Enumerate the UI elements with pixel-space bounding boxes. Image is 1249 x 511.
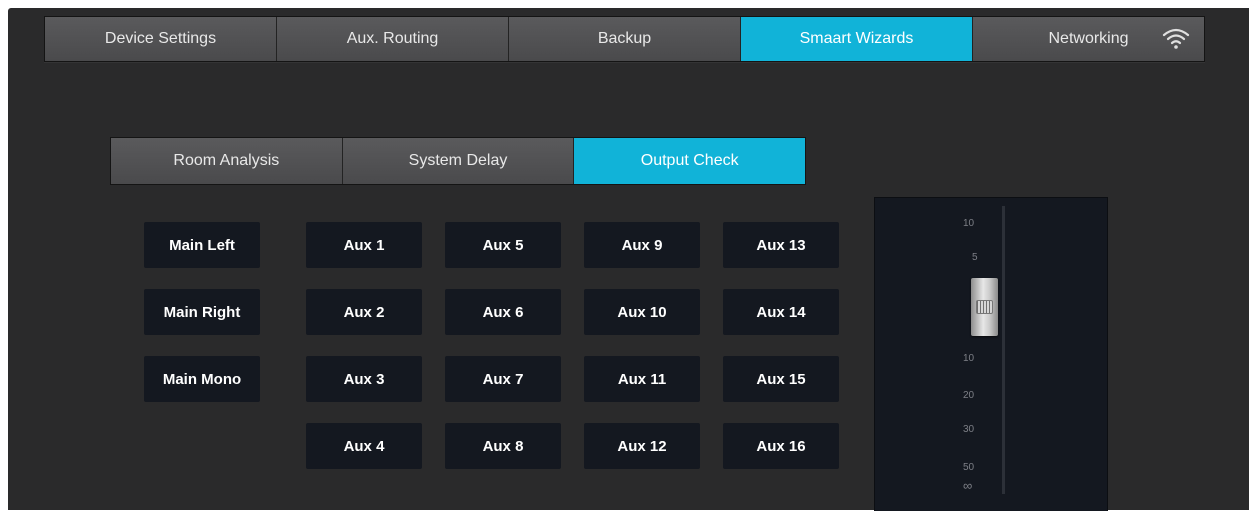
level-fader: 10 5 10 20 30 50 ∞ [874, 197, 1108, 511]
scale-label: 30 [963, 424, 975, 435]
scale-label: 10 [963, 218, 975, 229]
tab-label: System Delay [408, 152, 508, 169]
tab-label: Aux. Routing [346, 30, 439, 47]
tab-label: Backup [597, 30, 652, 47]
aux-7-button[interactable]: Aux 7 [445, 356, 561, 402]
tab-device-settings[interactable]: Device Settings [45, 17, 277, 61]
button-label: Aux 4 [343, 437, 385, 455]
tab-room-analysis[interactable]: Room Analysis [111, 138, 343, 184]
tab-label: Smaart Wizards [799, 30, 914, 47]
aux-2-button[interactable]: Aux 2 [306, 289, 422, 335]
tab-system-delay[interactable]: System Delay [342, 138, 575, 184]
fader-track[interactable] [1002, 206, 1005, 494]
scale-label: 5 [972, 252, 978, 263]
button-label: Aux 5 [482, 236, 524, 254]
button-label: Aux 1 [343, 236, 385, 254]
aux-1-button[interactable]: Aux 1 [306, 222, 422, 268]
wifi-icon [1162, 28, 1190, 49]
button-label: Aux 8 [482, 437, 524, 455]
tab-label: Output Check [640, 152, 739, 169]
button-label: Aux 7 [482, 370, 524, 388]
button-label: Aux 11 [617, 370, 667, 388]
tab-smaart-wizards[interactable]: Smaart Wizards [741, 17, 973, 61]
fader-grip-icon [976, 300, 993, 314]
aux-11-button[interactable]: Aux 11 [584, 356, 700, 402]
button-label: Aux 16 [756, 437, 806, 455]
scale-label: ∞ [963, 478, 973, 493]
button-label: Aux 9 [621, 236, 663, 254]
main-tab-bar: Device Settings Aux. Routing Backup Smaa… [44, 16, 1205, 62]
button-label: Aux 15 [756, 370, 806, 388]
aux-15-button[interactable]: Aux 15 [723, 356, 839, 402]
tab-label: Networking [1048, 30, 1129, 47]
button-label: Aux 3 [343, 370, 385, 388]
main-mono-button[interactable]: Main Mono [144, 356, 260, 402]
button-label: Main Right [163, 303, 241, 321]
aux-5-button[interactable]: Aux 5 [445, 222, 561, 268]
scale-label: 20 [963, 390, 975, 401]
main-left-button[interactable]: Main Left [144, 222, 260, 268]
button-label: Aux 6 [482, 303, 524, 321]
tab-backup[interactable]: Backup [509, 17, 741, 61]
tab-networking[interactable]: Networking [973, 17, 1204, 61]
tab-aux-routing[interactable]: Aux. Routing [277, 17, 509, 61]
main-right-button[interactable]: Main Right [144, 289, 260, 335]
tab-label: Room Analysis [173, 152, 280, 169]
aux-8-button[interactable]: Aux 8 [445, 423, 561, 469]
button-label: Aux 12 [617, 437, 667, 455]
aux-10-button[interactable]: Aux 10 [584, 289, 700, 335]
button-label: Aux 2 [343, 303, 385, 321]
aux-4-button[interactable]: Aux 4 [306, 423, 422, 469]
aux-9-button[interactable]: Aux 9 [584, 222, 700, 268]
aux-16-button[interactable]: Aux 16 [723, 423, 839, 469]
button-label: Aux 10 [617, 303, 667, 321]
button-label: Main Left [169, 236, 235, 254]
aux-3-button[interactable]: Aux 3 [306, 356, 422, 402]
aux-14-button[interactable]: Aux 14 [723, 289, 839, 335]
scale-label: 10 [963, 353, 975, 364]
aux-6-button[interactable]: Aux 6 [445, 289, 561, 335]
aux-12-button[interactable]: Aux 12 [584, 423, 700, 469]
scale-label: 50 [963, 462, 975, 473]
wizard-tab-bar: Room Analysis System Delay Output Check [110, 137, 806, 185]
tab-label: Device Settings [104, 30, 217, 47]
button-label: Main Mono [162, 370, 242, 388]
button-label: Aux 13 [756, 236, 806, 254]
fader-knob[interactable] [971, 278, 998, 336]
button-label: Aux 14 [756, 303, 806, 321]
aux-13-button[interactable]: Aux 13 [723, 222, 839, 268]
tab-output-check[interactable]: Output Check [574, 138, 806, 184]
